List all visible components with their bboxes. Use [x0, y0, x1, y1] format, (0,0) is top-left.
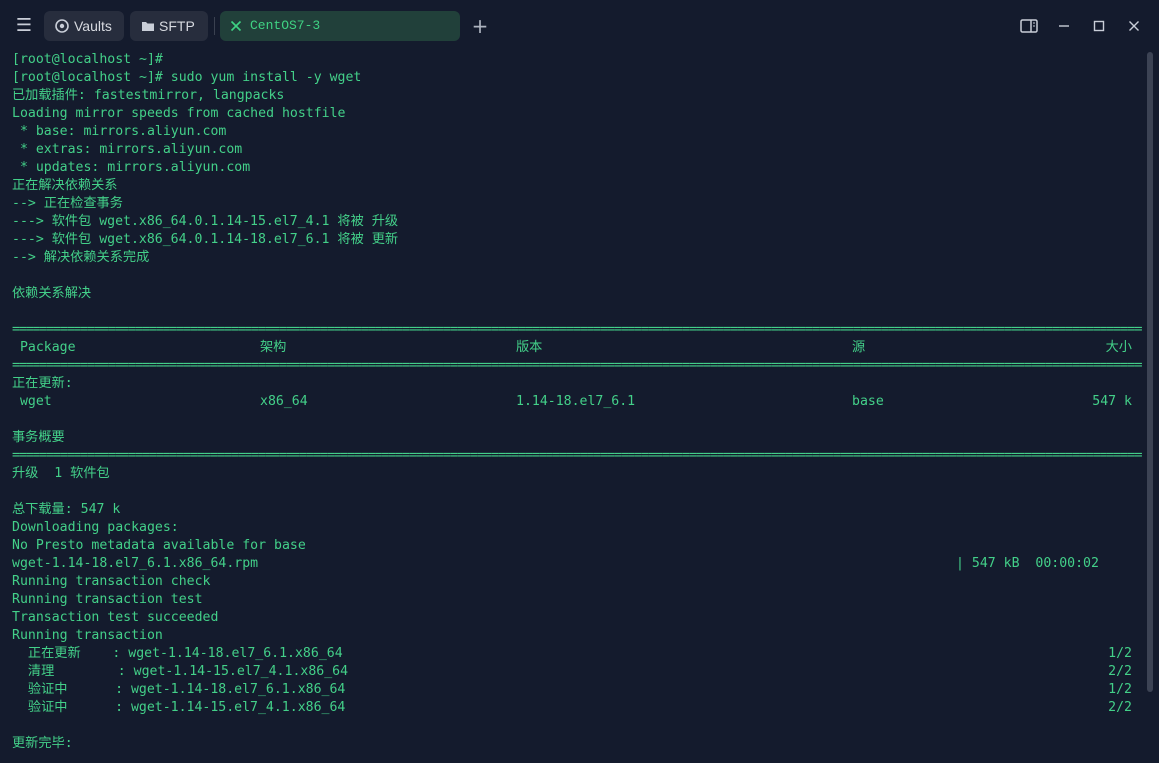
tab-label: Vaults — [74, 18, 112, 34]
complete-line: 更新完毕: — [12, 736, 73, 751]
terminal-line: --> 正在检查事务 — [12, 196, 123, 211]
terminal-scrollbar[interactable] — [1147, 52, 1153, 692]
close-icon[interactable] — [228, 11, 244, 41]
step-count: 1/2 — [1108, 682, 1132, 697]
tab-label: CentOS7-3 — [250, 18, 321, 33]
downloading-line: Downloading packages: — [12, 520, 179, 535]
no-presto-line: No Presto metadata available for base — [12, 538, 306, 553]
minimize-icon[interactable] — [1052, 14, 1076, 38]
terminal-line: * updates: mirrors.aliyun.com — [12, 160, 251, 175]
row-arch: x86_64 — [260, 394, 308, 409]
terminal-line: ---> 软件包 wget.x86_64.0.1.14-15.el7_4.1 将… — [12, 214, 399, 229]
terminal-line: 正在解决依赖关系 — [12, 178, 118, 193]
close-window-icon[interactable] — [1122, 14, 1146, 38]
row-size: 547 k — [1092, 394, 1132, 409]
terminal-line: * extras: mirrors.aliyun.com — [12, 142, 243, 157]
separator-rule: ========================================… — [12, 448, 1142, 463]
row-package: wget — [12, 394, 52, 409]
tab-label: SFTP — [159, 18, 195, 34]
separator-rule: ========================================… — [12, 322, 1142, 337]
terminal-line: [root@localhost ~]# — [12, 52, 163, 67]
summary-title: 事务概要 — [12, 430, 65, 445]
rpm-file: wget-1.14-18.el7_6.1.x86_64.rpm — [12, 556, 259, 571]
txn-test-ok-line: Transaction test succeeded — [12, 610, 219, 625]
new-tab-button[interactable]: + — [468, 14, 492, 38]
tab-centos7-3[interactable]: CentOS7-3 — [220, 11, 460, 41]
step-count: 2/2 — [1108, 700, 1132, 715]
rpm-download-line: wget-1.14-18.el7_6.1.x86_64.rpm | 547 kB… — [12, 555, 1142, 573]
header-version: 版本 — [516, 340, 543, 355]
title-bar: ☰ Vaults SFTP CentOS7-3 + — [0, 0, 1159, 52]
terminal-line: --> 解决依赖关系完成 — [12, 250, 150, 265]
step-line: 验证中 : wget-1.14-15.el7_4.1.x86_64 2/2 — [12, 699, 1142, 717]
header-arch: 架构 — [260, 340, 287, 355]
step-count: 2/2 — [1108, 664, 1132, 679]
terminal-line: 依赖关系解决 — [12, 286, 92, 301]
total-download: 总下载量: 547 k — [12, 502, 121, 517]
txn-test-line: Running transaction test — [12, 592, 203, 607]
tab-vaults[interactable]: Vaults — [44, 11, 124, 41]
txn-run-line: Running transaction — [12, 628, 163, 643]
step-action: 验证中 : wget-1.14-18.el7_6.1.x86_64 — [12, 682, 346, 697]
header-package: Package — [12, 340, 76, 355]
terminal-line: [root@localhost ~]# sudo yum install -y … — [12, 70, 362, 85]
row-repo: base — [852, 394, 884, 409]
step-action: 清理 : wget-1.14-15.el7_4.1.x86_64 — [12, 664, 349, 679]
terminal-line: 已加载插件: fastestmirror, langpacks — [12, 88, 285, 103]
terminal-line: Loading mirror speeds from cached hostfi… — [12, 106, 346, 121]
terminal-output[interactable]: [root@localhost ~]# [root@localhost ~]# … — [12, 51, 1142, 763]
step-line: 正在更新 : wget-1.14-18.el7_6.1.x86_64 1/2 — [12, 645, 1142, 663]
menu-icon[interactable]: ☰ — [12, 14, 36, 38]
vault-icon — [54, 11, 70, 41]
tab-divider — [214, 17, 215, 35]
step-action: 正在更新 : wget-1.14-18.el7_6.1.x86_64 — [12, 646, 343, 661]
step-line: 清理 : wget-1.14-15.el7_4.1.x86_64 2/2 — [12, 663, 1142, 681]
terminal-line: * base: mirrors.aliyun.com — [12, 124, 227, 139]
table-row: wget x86_64 1.14-18.el7_6.1 base 547 k — [12, 393, 1142, 411]
row-version: 1.14-18.el7_6.1 — [516, 394, 636, 409]
txn-check-line: Running transaction check — [12, 574, 211, 589]
terminal-line: ---> 软件包 wget.x86_64.0.1.14-18.el7_6.1 将… — [12, 232, 399, 247]
header-repo: 源 — [852, 340, 866, 355]
step-action: 验证中 : wget-1.14-15.el7_4.1.x86_64 — [12, 700, 346, 715]
header-size: 大小 — [1105, 340, 1132, 355]
separator-rule: ========================================… — [12, 358, 1142, 373]
upgrade-line: 升级 1 软件包 — [12, 466, 110, 481]
table-header: Package 架构 版本 源 大小 — [12, 339, 1142, 357]
step-line: 验证中 : wget-1.14-18.el7_6.1.x86_64 1/2 — [12, 681, 1142, 699]
folder-icon — [140, 11, 156, 41]
maximize-icon[interactable] — [1087, 14, 1111, 38]
rpm-progress: | 547 kB 00:00:02 — [956, 556, 1099, 571]
step-count: 1/2 — [1108, 646, 1132, 661]
tab-sftp[interactable]: SFTP — [130, 11, 208, 41]
section-updating: 正在更新: — [12, 376, 73, 391]
split-panel-icon[interactable] — [1017, 14, 1041, 38]
